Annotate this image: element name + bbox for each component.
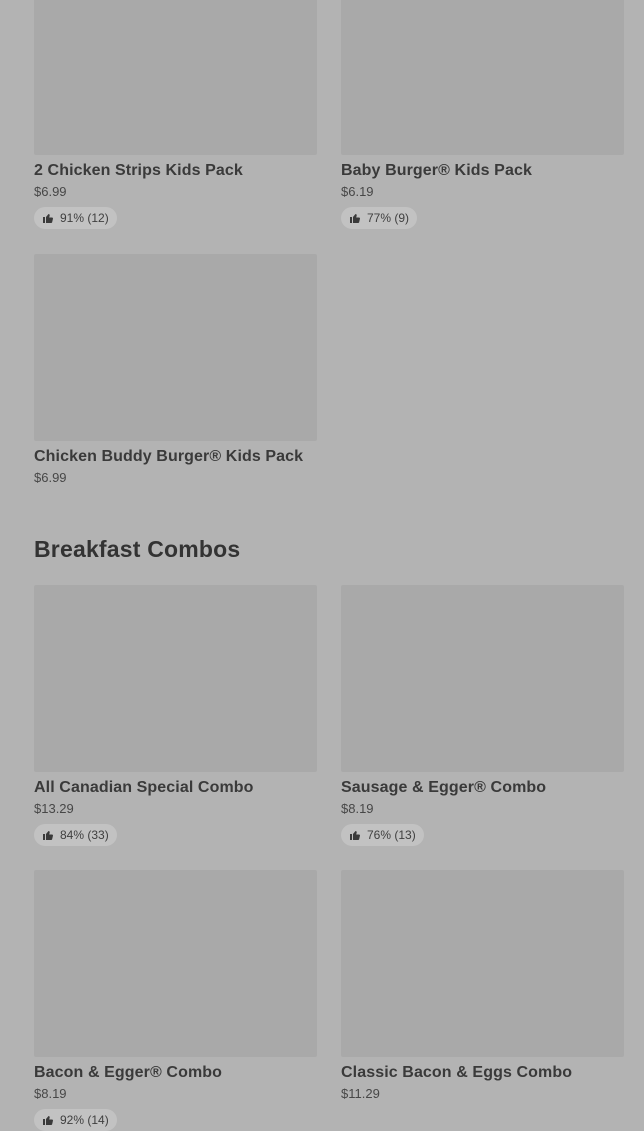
rating-badge: 76% (13) xyxy=(341,824,424,846)
menu-item-card[interactable]: Classic Bacon & Eggs Combo $11.29 xyxy=(341,870,624,1103)
menu-item-card[interactable]: All Canadian Special Combo $13.29 84% (3… xyxy=(34,585,317,846)
menu-item-card[interactable]: Sausage & Egger® Combo $8.19 76% (13) xyxy=(341,585,624,846)
menu-item-name: Baby Burger® Kids Pack xyxy=(341,162,532,179)
menu-item-price: $11.29 xyxy=(341,1086,380,1101)
rating-badge: 91% (12) xyxy=(34,207,117,229)
menu-item-name: Bacon & Egger® Combo xyxy=(34,1064,223,1081)
menu-item-price: $6.99 xyxy=(34,184,67,199)
menu-item-card[interactable]: Baby Burger® Kids Pack $6.19 77% (9) xyxy=(341,0,624,229)
rating-badge: 84% (33) xyxy=(34,824,117,846)
menu-item-image[interactable] xyxy=(34,254,317,441)
thumbs-up-icon xyxy=(42,212,54,224)
section-title: Breakfast Combos xyxy=(34,536,241,562)
menu-item-card[interactable]: 2 Chicken Strips Kids Pack $6.99 91% (12… xyxy=(34,0,317,229)
menu-item-image[interactable] xyxy=(341,0,624,155)
menu-item-name: 2 Chicken Strips Kids Pack xyxy=(34,162,243,179)
rating-text: 76% (13) xyxy=(367,828,416,842)
menu-item-image[interactable] xyxy=(34,0,317,155)
menu-item-name: All Canadian Special Combo xyxy=(34,779,254,796)
rating-text: 91% (12) xyxy=(60,211,109,225)
thumbs-up-icon xyxy=(349,212,361,224)
thumbs-up-icon xyxy=(42,829,54,841)
menu-item-price: $13.29 xyxy=(34,801,74,816)
menu-item-price: $6.19 xyxy=(341,184,374,199)
menu-item-price: $8.19 xyxy=(34,1086,67,1101)
thumbs-up-icon xyxy=(42,1114,54,1126)
menu-item-card[interactable]: Chicken Buddy Burger® Kids Pack $6.99 xyxy=(34,254,317,487)
menu-item-price: $8.19 xyxy=(341,801,374,816)
menu-item-image[interactable] xyxy=(341,870,624,1057)
menu-item-name: Sausage & Egger® Combo xyxy=(341,779,547,796)
rating-text: 77% (9) xyxy=(367,211,410,225)
menu-item-image[interactable] xyxy=(34,585,317,772)
rating-badge: 77% (9) xyxy=(341,207,418,229)
rating-text: 92% (14) xyxy=(60,1113,109,1127)
rating-text: 84% (33) xyxy=(60,828,109,842)
menu-item-image[interactable] xyxy=(34,870,317,1057)
menu-item-price: $6.99 xyxy=(34,470,67,485)
rating-badge: 92% (14) xyxy=(34,1109,117,1131)
thumbs-up-icon xyxy=(349,829,361,841)
menu-item-card[interactable]: Bacon & Egger® Combo $8.19 92% (14) xyxy=(34,870,317,1131)
menu-item-name: Chicken Buddy Burger® Kids Pack xyxy=(34,448,304,465)
menu-item-name: Classic Bacon & Eggs Combo xyxy=(341,1064,573,1081)
menu-item-image[interactable] xyxy=(341,585,624,772)
